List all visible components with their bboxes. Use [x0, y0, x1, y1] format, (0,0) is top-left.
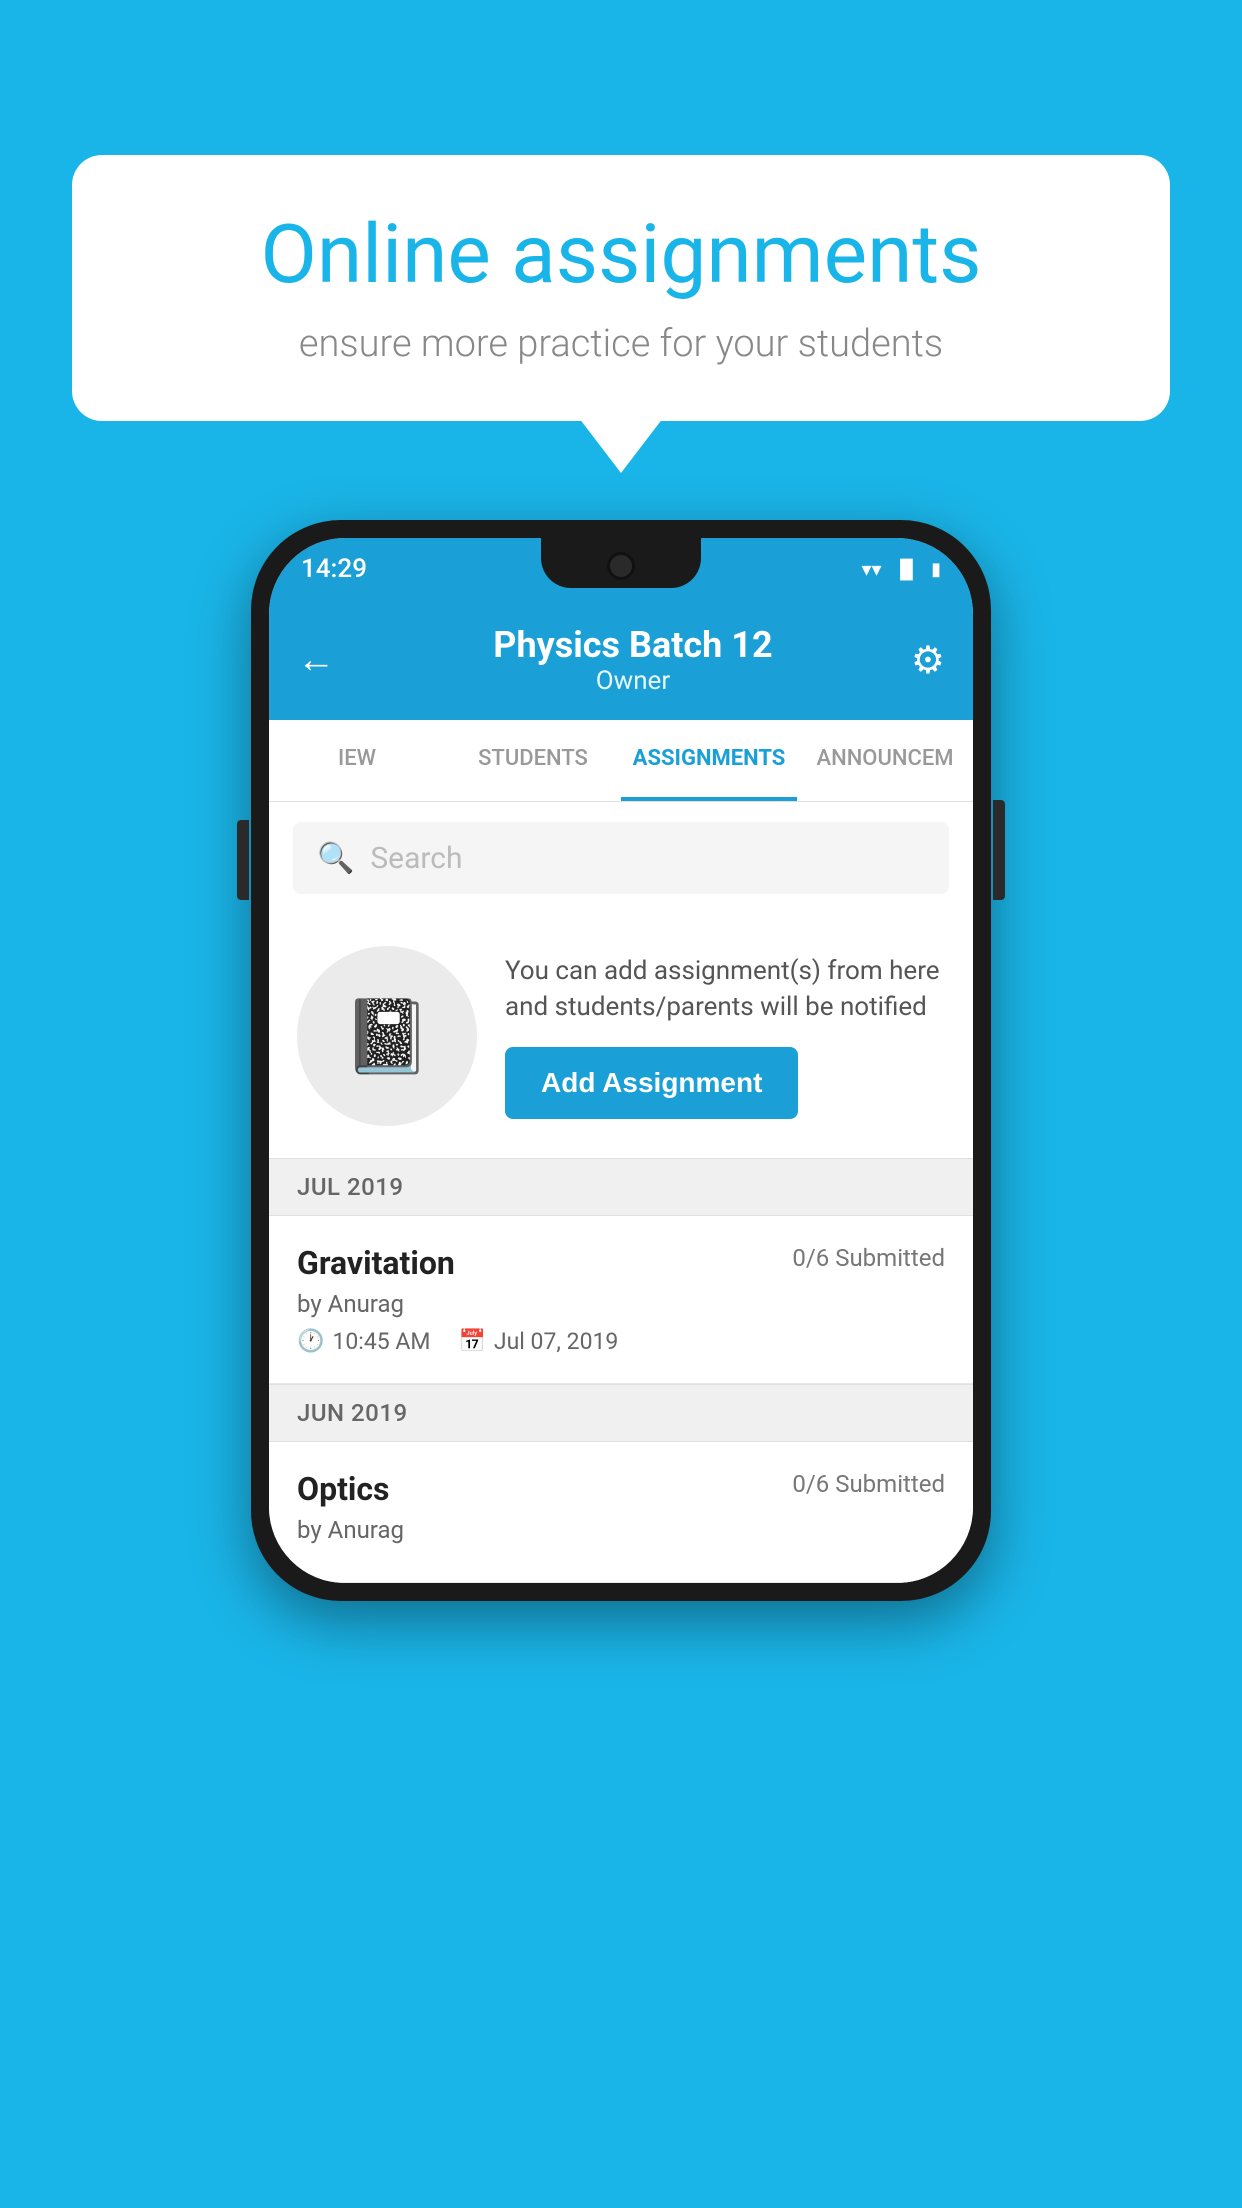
status-time: 14:29: [301, 554, 367, 584]
speech-bubble: Online assignments ensure more practice …: [72, 155, 1170, 421]
search-container: 🔍 Search: [269, 802, 973, 914]
battery-icon: ▮: [931, 559, 941, 580]
search-icon: 🔍: [317, 841, 354, 876]
bubble-subtitle: ensure more practice for your students: [132, 322, 1110, 366]
info-text: You can add assignment(s) from here and …: [505, 953, 945, 1120]
assignment-item-optics[interactable]: Optics 0/6 Submitted by Anurag: [269, 1442, 973, 1583]
assignment-submitted: 0/6 Submitted: [792, 1244, 945, 1272]
phone-screen: 14:29 ▾▾ ▐▌ ▮ ← Physics Batch 12 Owner ⚙: [269, 538, 973, 1583]
assignment-author-optics: by Anurag: [297, 1516, 945, 1544]
tab-announcements[interactable]: ANNOUNCEM: [797, 720, 973, 801]
assignment-title: Gravitation: [297, 1244, 455, 1282]
search-placeholder: Search: [370, 841, 462, 876]
assignment-header-optics: Optics 0/6 Submitted: [297, 1470, 945, 1508]
assignment-title-optics: Optics: [297, 1470, 389, 1508]
assignment-author: by Anurag: [297, 1290, 945, 1318]
assignment-time: 🕐 10:45 AM: [297, 1328, 430, 1355]
assignment-item-gravitation[interactable]: Gravitation 0/6 Submitted by Anurag 🕐 10…: [269, 1216, 973, 1384]
assignment-date: 📅 Jul 07, 2019: [458, 1328, 618, 1355]
month-separator-jun: JUN 2019: [269, 1384, 973, 1442]
speech-bubble-container: Online assignments ensure more practice …: [72, 155, 1170, 421]
notebook-icon: 📓: [342, 994, 432, 1079]
info-section: 📓 You can add assignment(s) from here an…: [269, 914, 973, 1158]
phone-container: 14:29 ▾▾ ▐▌ ▮ ← Physics Batch 12 Owner ⚙: [251, 520, 991, 1601]
back-button[interactable]: ←: [297, 638, 335, 682]
assignment-submitted-optics: 0/6 Submitted: [792, 1470, 945, 1498]
tab-students[interactable]: STUDENTS: [445, 720, 621, 801]
assignment-header: Gravitation 0/6 Submitted: [297, 1244, 945, 1282]
bubble-title: Online assignments: [132, 210, 1110, 300]
clock-icon: 🕐: [297, 1329, 324, 1354]
wifi-icon: ▾▾: [862, 557, 882, 581]
camera-icon: [607, 552, 635, 580]
tabs-bar: IEW STUDENTS ASSIGNMENTS ANNOUNCEM: [269, 720, 973, 802]
app-bar-subtitle: Owner: [355, 666, 911, 696]
tab-assignments[interactable]: ASSIGNMENTS: [621, 720, 797, 801]
app-bar: ← Physics Batch 12 Owner ⚙: [269, 600, 973, 720]
month-separator-jul: JUL 2019: [269, 1158, 973, 1216]
notebook-icon-wrap: 📓: [297, 946, 477, 1126]
info-description: You can add assignment(s) from here and …: [505, 953, 945, 1026]
signal-icon: ▐▌: [894, 559, 920, 580]
app-bar-center: Physics Batch 12 Owner: [355, 624, 911, 696]
settings-icon[interactable]: ⚙: [911, 638, 945, 683]
app-bar-title: Physics Batch 12: [355, 624, 911, 666]
status-bar: 14:29 ▾▾ ▐▌ ▮: [269, 538, 973, 600]
add-assignment-button[interactable]: Add Assignment: [505, 1047, 798, 1119]
phone-outer: 14:29 ▾▾ ▐▌ ▮ ← Physics Batch 12 Owner ⚙: [251, 520, 991, 1601]
status-icons: ▾▾ ▐▌ ▮: [862, 557, 942, 581]
search-bar[interactable]: 🔍 Search: [293, 822, 949, 894]
calendar-icon: 📅: [458, 1329, 485, 1354]
assignment-meta: 🕐 10:45 AM 📅 Jul 07, 2019: [297, 1328, 945, 1355]
tab-iew[interactable]: IEW: [269, 720, 445, 801]
notch: [541, 538, 701, 588]
